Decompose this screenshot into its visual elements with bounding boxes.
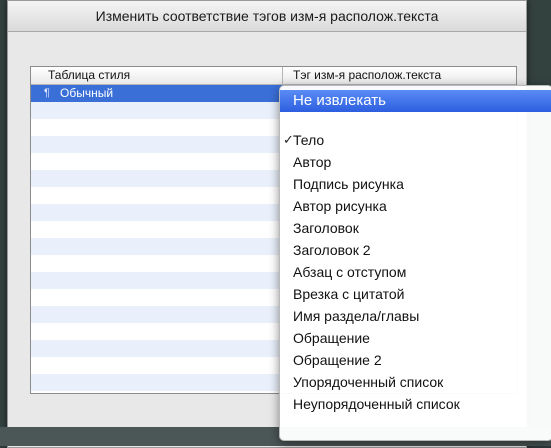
- menu-item-section-name[interactable]: Имя раздела/главы: [280, 305, 551, 327]
- menu-item-figure-caption[interactable]: Подпись рисунка: [280, 173, 551, 195]
- column-divider: [282, 67, 283, 84]
- dialog-title: Изменить соответствие тэгов изм-я распол…: [8, 1, 526, 32]
- menu-item-salutation[interactable]: Обращение: [280, 327, 551, 349]
- menu-item-pull-quote[interactable]: Врезка с цитатой: [280, 283, 551, 305]
- menu-item-unordered-list[interactable]: Неупорядоченный список: [280, 393, 551, 415]
- tag-popup-menu: Не извлекать ✓ Тело Автор Подпись рисунк…: [279, 85, 551, 441]
- menu-item-do-not-extract[interactable]: Не извлекать: [280, 90, 551, 112]
- table-header: Таблица стиля Тэг изм-я располож.текста: [31, 67, 516, 85]
- menu-item-figure-author[interactable]: Автор рисунка: [280, 195, 551, 217]
- menu-item-body[interactable]: ✓ Тело: [280, 129, 551, 151]
- menu-item-indented-paragraph[interactable]: Абзац с отступом: [280, 261, 551, 283]
- menu-item-salutation-2[interactable]: Обращение 2: [280, 349, 551, 371]
- menu-item-author[interactable]: Автор: [280, 151, 551, 173]
- menu-item-heading-2[interactable]: Заголовок 2: [280, 239, 551, 261]
- column-header-tag[interactable]: Тэг изм-я располож.текста: [293, 68, 441, 82]
- column-header-style-sheet[interactable]: Таблица стиля: [48, 68, 130, 82]
- style-name: Обычный: [60, 86, 114, 100]
- menu-item-ordered-list[interactable]: Упорядоченный список: [280, 371, 551, 393]
- menu-item-heading[interactable]: Заголовок: [280, 217, 551, 239]
- paragraph-style-icon: ¶: [44, 87, 50, 99]
